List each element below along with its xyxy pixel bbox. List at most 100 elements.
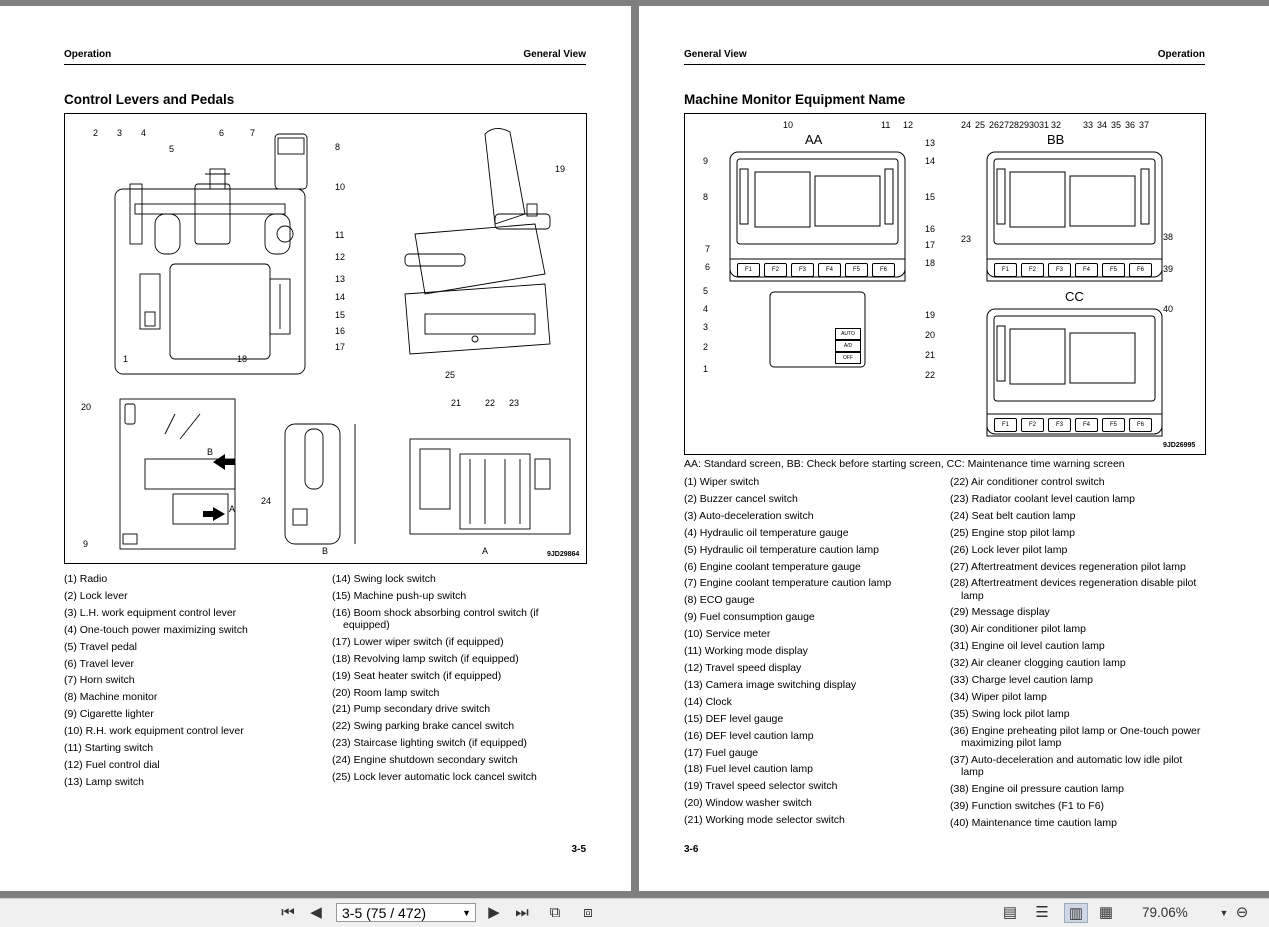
callout-14: 14: [335, 292, 346, 302]
list-item: (32) Air cleaner clogging caution lamp: [950, 657, 1126, 670]
figure-code: 9JD29864: [547, 551, 580, 558]
callout-7: 7: [705, 244, 711, 254]
header-rule: [684, 64, 1205, 65]
page-selector-value: 3-5 (75 / 472): [342, 905, 427, 921]
list-item: (29) Message display: [950, 606, 1050, 619]
callout-15: 15: [335, 310, 346, 320]
function-key-f2: F2: [1021, 418, 1044, 432]
zoom-dropdown-icon[interactable]: ▼: [1214, 903, 1234, 923]
callout-1: 1: [123, 354, 129, 364]
list-item: (18) Revolving lamp switch (if equipped): [332, 652, 519, 665]
list-item: (16) DEF level caution lamp: [684, 729, 814, 742]
callout-27: 27: [999, 120, 1010, 130]
callout-30: 30: [1029, 120, 1040, 130]
callout-16: 16: [925, 224, 936, 234]
callout-19: 19: [925, 310, 936, 320]
function-key-f2: F2: [1021, 263, 1044, 277]
arrow-b-label: B: [207, 447, 214, 457]
list-item: (9) Fuel consumption gauge: [684, 611, 815, 624]
callout-24: 24: [961, 120, 972, 130]
function-key-f4: F4: [1075, 263, 1098, 277]
list-item: (22) Swing parking brake cancel switch: [332, 720, 515, 733]
list-item: (2) Lock lever: [64, 589, 128, 602]
switch-panel-label: A/D: [835, 340, 861, 352]
list-item: (6) Engine coolant temperature gauge: [684, 560, 861, 573]
list-item: (22) Air conditioner control switch: [950, 476, 1105, 488]
function-key-f4: F4: [1075, 418, 1098, 432]
list-item: (17) Fuel gauge: [684, 746, 759, 759]
machine-monitor-drawing: [729, 151, 1163, 437]
switch-panel-label: OFF: [835, 352, 861, 364]
list-item: (13) Camera image switching display: [684, 678, 857, 691]
callout-34: 34: [1097, 120, 1108, 130]
next-page-icon[interactable]: ▶: [484, 903, 504, 923]
chevron-down-icon: ▼: [462, 908, 471, 918]
header-rule: [64, 64, 586, 65]
list-item: (12) Fuel control dial: [64, 758, 160, 771]
last-page-icon[interactable]: ⏭: [512, 903, 532, 923]
list-item: (1) Radio: [64, 573, 108, 585]
extract-icon[interactable]: ⧈: [578, 903, 598, 923]
callout-23: 23: [509, 398, 520, 408]
view-a-label: A: [482, 546, 489, 556]
item-list-col1: (1) Radio (2) Lock lever (3) L.H. work equ…: [64, 571, 324, 791]
figure-caption: AA: Standard screen, BB: Check before st…: [684, 458, 1125, 470]
function-key-f1: F1: [994, 263, 1017, 277]
list-item: (26) Lock lever pilot lamp: [950, 543, 1068, 556]
list-item: (23) Staircase lighting switch (if equip…: [332, 737, 527, 750]
list-item: (14) Swing lock switch: [332, 573, 436, 585]
callout-17: 17: [335, 342, 346, 352]
first-page-icon[interactable]: ⏮: [278, 903, 298, 923]
control-levers-figure: B A B A 1 2 3 4 5 6 7 8 9 10 11 12 13 14 15 16 17 18 19 20 2…: [64, 113, 587, 564]
function-key-f1: F1: [994, 418, 1017, 432]
zoom-out-icon[interactable]: ⊖: [1232, 903, 1252, 923]
function-key-f5: F5: [1102, 263, 1125, 277]
two-page-view-icon[interactable]: ▥: [1064, 903, 1088, 923]
callout-6: 6: [219, 128, 225, 138]
callout-32: 32: [1051, 120, 1062, 130]
callout-20: 20: [925, 330, 936, 340]
callout-33: 33: [1083, 120, 1094, 130]
callout-15: 15: [925, 192, 936, 202]
callout-9: 9: [83, 539, 89, 549]
list-item: (28) Aftertreatment devices regeneration…: [950, 577, 1197, 602]
function-key-f1: F1: [737, 263, 760, 277]
single-page-view-icon[interactable]: ▤: [1000, 903, 1020, 923]
function-key-f3: F3: [1048, 418, 1071, 432]
callout-11: 11: [881, 120, 891, 130]
two-page-continuous-view-icon[interactable]: ▦: [1096, 903, 1116, 923]
list-item: (13) Lamp switch: [64, 775, 144, 788]
continuous-view-icon[interactable]: ☰: [1032, 903, 1052, 923]
figure-code: 9JD26995: [1163, 442, 1196, 449]
list-item: (2) Buzzer cancel switch: [684, 492, 798, 505]
page-selector[interactable]: 3-5 (75 / 472) ▼: [336, 903, 476, 922]
list-item: (12) Travel speed display: [684, 661, 802, 674]
callout-35: 35: [1111, 120, 1122, 130]
list-item: (5) Travel pedal: [64, 640, 137, 653]
screen-bb-label: BB: [1047, 132, 1065, 147]
list-item: (17) Lower wiper switch (if equipped): [332, 635, 504, 648]
previous-page-icon[interactable]: ◀: [306, 903, 326, 923]
callout-22: 22: [925, 370, 936, 380]
function-key-f6: F6: [872, 263, 895, 277]
list-item: (25) Engine stop pilot lamp: [950, 526, 1075, 539]
list-item: (25) Lock lever automatic lock cancel sw…: [332, 771, 537, 784]
callout-25: 25: [445, 370, 456, 380]
callout-40: 40: [1163, 304, 1174, 314]
list-item: (24) Seat belt caution lamp: [950, 509, 1076, 522]
callout-24: 24: [261, 496, 272, 506]
rotate-icon[interactable]: ⧉: [545, 903, 565, 923]
callout-12: 12: [335, 252, 346, 262]
list-item: (1) Wiper switch: [684, 476, 760, 488]
list-item: (4) Hydraulic oil temperature gauge: [684, 526, 849, 539]
zoom-level: 79.06%: [1142, 905, 1188, 920]
callout-13: 13: [925, 138, 936, 148]
arrow-a-icon: [203, 507, 225, 521]
callout-3: 3: [703, 322, 709, 332]
list-item: (39) Function switches (F1 to F6): [950, 799, 1105, 812]
callout-16: 16: [335, 326, 346, 336]
callout-26: 26: [989, 120, 1000, 130]
function-key-f5: F5: [1102, 418, 1125, 432]
callout-18: 18: [925, 258, 936, 268]
section-title: Control Levers and Pedals: [64, 92, 235, 107]
